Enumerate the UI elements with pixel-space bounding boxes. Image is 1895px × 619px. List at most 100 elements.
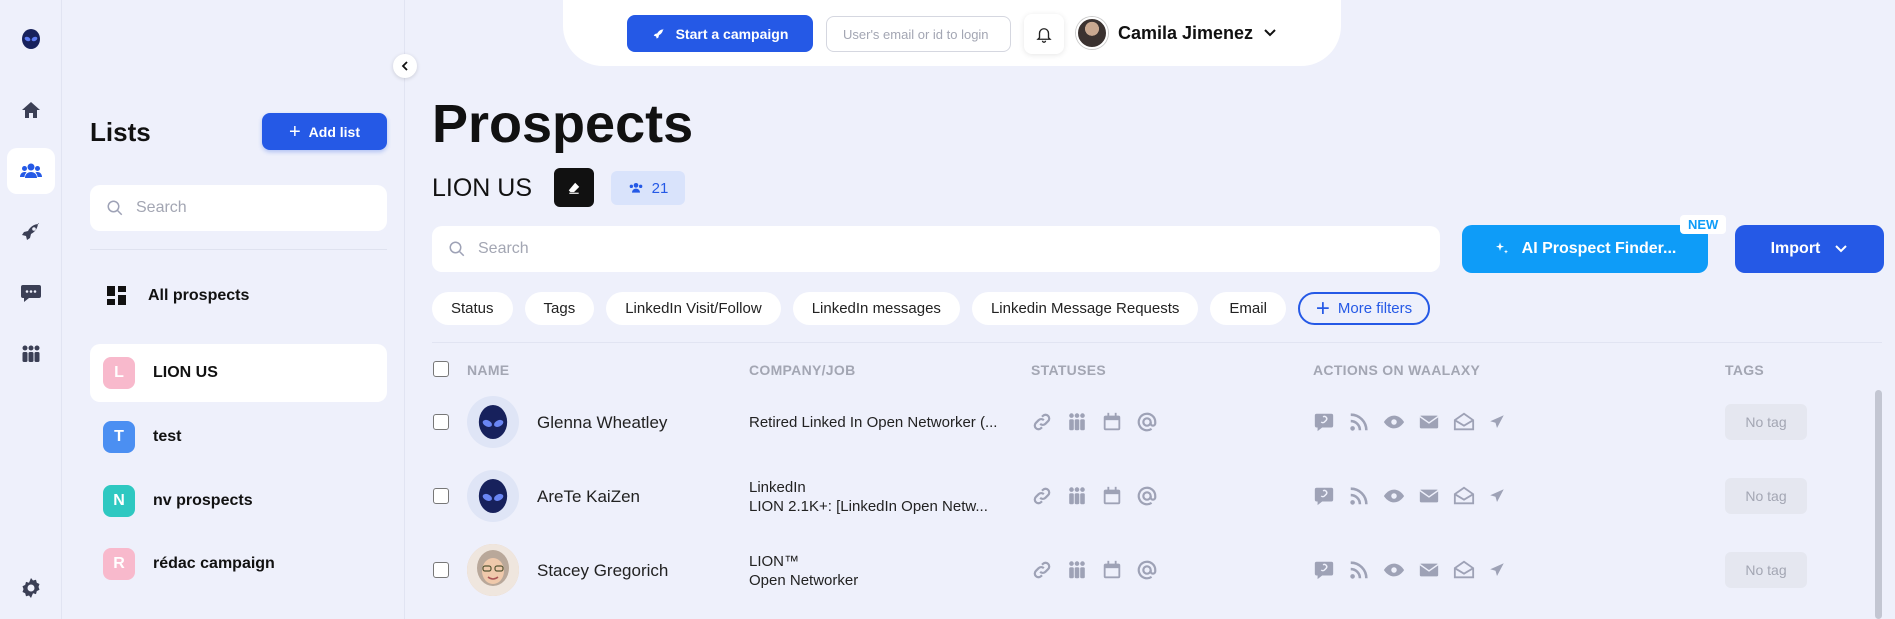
rocket-icon bbox=[653, 28, 664, 39]
column-header-actions[interactable]: ACTIONS ON WAALAXY bbox=[1313, 362, 1480, 378]
login-as-input[interactable] bbox=[826, 16, 1011, 52]
follow-rss-icon[interactable] bbox=[1348, 559, 1370, 581]
people-icon[interactable] bbox=[1066, 485, 1088, 507]
email-icon[interactable] bbox=[1418, 411, 1440, 433]
column-header-company[interactable]: COMPANY/JOB bbox=[749, 362, 856, 378]
list-item-lion-us[interactable]: L LION US bbox=[90, 344, 387, 402]
prospect-company-line1: LinkedIn bbox=[749, 479, 806, 496]
at-icon[interactable] bbox=[1136, 485, 1158, 507]
filter-linkedin-message-requests[interactable]: Linkedin Message Requests bbox=[971, 292, 1199, 325]
nav-home[interactable] bbox=[7, 87, 55, 133]
send-icon[interactable] bbox=[1488, 413, 1506, 431]
prospect-count: 21 bbox=[651, 179, 669, 197]
lists-panel: Lists + Add list All prospects L LION US… bbox=[62, 0, 405, 619]
column-header-name[interactable]: NAME bbox=[467, 362, 509, 378]
calendar-icon[interactable] bbox=[1101, 559, 1123, 581]
tag-badge[interactable]: No tag bbox=[1725, 552, 1807, 588]
at-icon[interactable] bbox=[1136, 411, 1158, 433]
chevron-down-icon bbox=[1835, 245, 1848, 253]
nav-inbox[interactable] bbox=[7, 270, 55, 316]
lists-search-input[interactable] bbox=[136, 199, 356, 217]
edit-list-button[interactable] bbox=[554, 168, 594, 207]
prospects-search[interactable] bbox=[432, 226, 1440, 272]
users-icon bbox=[629, 183, 642, 193]
linkedin-message-icon[interactable] bbox=[1313, 485, 1335, 507]
list-item-test[interactable]: T test bbox=[90, 408, 387, 466]
calendar-icon[interactable] bbox=[1101, 411, 1123, 433]
prospect-name[interactable]: Glenna Wheatley bbox=[537, 413, 667, 433]
chevron-down-icon bbox=[1264, 29, 1276, 37]
filter-linkedin-visit-follow[interactable]: LinkedIn Visit/Follow bbox=[606, 292, 781, 325]
filter-tags[interactable]: Tags bbox=[524, 292, 595, 325]
list-item-nv-prospects[interactable]: N nv prospects bbox=[90, 472, 387, 530]
nav-rail bbox=[0, 0, 62, 619]
nav-campaigns[interactable] bbox=[7, 209, 55, 255]
list-avatar: T bbox=[103, 421, 135, 453]
row-checkbox[interactable] bbox=[433, 488, 449, 504]
prospect-name[interactable]: Stacey Gregorich bbox=[537, 561, 668, 581]
filter-linkedin-messages[interactable]: LinkedIn messages bbox=[792, 292, 960, 325]
row-checkbox[interactable] bbox=[433, 414, 449, 430]
start-campaign-button[interactable]: Start a campaign bbox=[627, 15, 813, 52]
more-filters-button[interactable]: + More filters bbox=[1297, 292, 1431, 325]
filter-email[interactable]: Email bbox=[1210, 292, 1286, 325]
import-button[interactable]: Import bbox=[1735, 225, 1884, 273]
page-title: Prospects bbox=[432, 94, 694, 154]
tag-badge[interactable]: No tag bbox=[1725, 404, 1807, 440]
visit-eye-icon[interactable] bbox=[1383, 485, 1405, 507]
link-icon[interactable] bbox=[1031, 559, 1053, 581]
visit-eye-icon[interactable] bbox=[1383, 559, 1405, 581]
notifications-button[interactable] bbox=[1024, 14, 1064, 54]
send-icon[interactable] bbox=[1488, 487, 1506, 505]
collapse-panel-button[interactable] bbox=[393, 54, 417, 78]
list-avatar: L bbox=[103, 357, 135, 389]
add-list-label: Add list bbox=[308, 123, 361, 140]
send-icon[interactable] bbox=[1488, 561, 1506, 579]
status-icons bbox=[1031, 559, 1158, 581]
at-icon[interactable] bbox=[1136, 559, 1158, 581]
nav-prospects[interactable] bbox=[7, 148, 55, 194]
calendar-icon[interactable] bbox=[1101, 485, 1123, 507]
nav-settings[interactable] bbox=[7, 565, 55, 611]
linkedin-message-icon[interactable] bbox=[1313, 559, 1335, 581]
prospects-search-input[interactable] bbox=[478, 240, 1378, 258]
eraser-icon bbox=[568, 182, 580, 194]
plus-icon: + bbox=[288, 120, 301, 143]
people-icon[interactable] bbox=[1066, 411, 1088, 433]
email-open-icon[interactable] bbox=[1453, 411, 1475, 433]
ai-prospect-finder-button[interactable]: AI Prospect Finder... bbox=[1462, 225, 1708, 273]
email-icon[interactable] bbox=[1418, 559, 1440, 581]
lists-search[interactable] bbox=[90, 185, 387, 231]
email-open-icon[interactable] bbox=[1453, 559, 1475, 581]
all-prospects-item[interactable]: All prospects bbox=[106, 285, 249, 307]
profile-photo-icon bbox=[467, 544, 519, 596]
status-icons bbox=[1031, 411, 1158, 433]
tag-badge[interactable]: No tag bbox=[1725, 478, 1807, 514]
sparkles-icon bbox=[1495, 242, 1508, 254]
linkedin-message-icon[interactable] bbox=[1313, 411, 1335, 433]
row-checkbox[interactable] bbox=[433, 562, 449, 578]
follow-rss-icon[interactable] bbox=[1348, 411, 1370, 433]
logo[interactable] bbox=[7, 16, 55, 62]
more-filters-label: More filters bbox=[1337, 300, 1413, 317]
filter-status[interactable]: Status bbox=[432, 292, 513, 325]
link-icon[interactable] bbox=[1031, 411, 1053, 433]
follow-rss-icon[interactable] bbox=[1348, 485, 1370, 507]
users-icon bbox=[20, 163, 42, 178]
column-header-statuses[interactable]: STATUSES bbox=[1031, 362, 1106, 378]
avatar bbox=[467, 470, 519, 522]
link-icon[interactable] bbox=[1031, 485, 1053, 507]
nav-team[interactable] bbox=[7, 331, 55, 377]
column-header-tags[interactable]: TAGS bbox=[1725, 362, 1764, 378]
add-list-button[interactable]: + Add list bbox=[262, 113, 387, 150]
prospect-company-line1: Retired Linked In Open Networker (... bbox=[749, 414, 998, 431]
email-icon[interactable] bbox=[1418, 485, 1440, 507]
prospect-name[interactable]: AreTe KaiZen bbox=[537, 487, 640, 507]
people-icon[interactable] bbox=[1066, 559, 1088, 581]
list-item-redac-campaign[interactable]: R rédac campaign bbox=[90, 535, 387, 593]
user-menu[interactable]: Camila Jimenez bbox=[1076, 17, 1277, 49]
email-open-icon[interactable] bbox=[1453, 485, 1475, 507]
visit-eye-icon[interactable] bbox=[1383, 411, 1405, 433]
table-scrollbar[interactable] bbox=[1875, 390, 1882, 619]
select-all-checkbox[interactable] bbox=[433, 361, 449, 377]
